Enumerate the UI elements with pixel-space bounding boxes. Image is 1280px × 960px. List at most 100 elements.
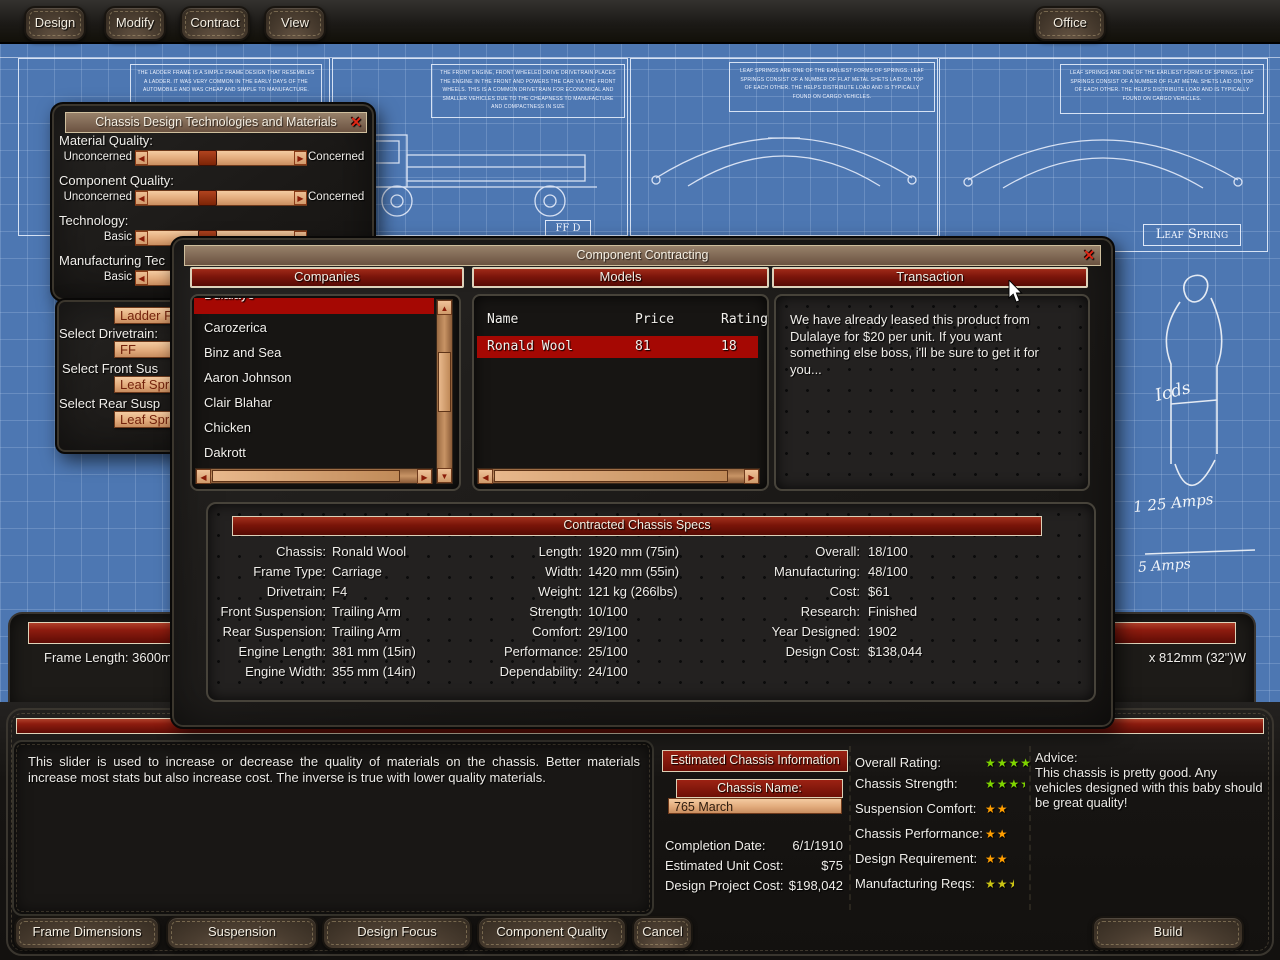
slider-handle-1[interactable]: [198, 190, 217, 206]
scroll-down-icon[interactable]: ▼: [437, 468, 452, 483]
blueprint-text-leaf2: Leaf Springs are one of the earliest for…: [1060, 64, 1264, 114]
estimated-field-label: Completion Date:: [665, 838, 765, 853]
slider-min-label-3: Basic: [60, 271, 132, 283]
model-name: Ronald Wool: [487, 339, 573, 354]
estimated-field-label: Estimated Unit Cost:: [665, 858, 784, 873]
spec-value: Finished: [868, 604, 917, 619]
spec-label: Design Cost:: [718, 644, 860, 659]
bottom-button-design-focus[interactable]: Design Focus: [322, 916, 472, 950]
rating-half-star: ★: [1009, 877, 1014, 891]
slider-label-0: Material Quality:: [59, 133, 153, 148]
scroll-up-icon[interactable]: ▲: [437, 300, 452, 315]
slider-label-1: Component Quality:: [59, 173, 174, 188]
spec-row-col3-1: Manufacturing:48/100: [208, 564, 1088, 580]
slider-left-icon[interactable]: ◀: [135, 191, 148, 205]
companies-vscroll-handle[interactable]: [438, 352, 451, 412]
tab-models[interactable]: Models: [472, 267, 769, 288]
scroll-left-icon[interactable]: ◀: [478, 469, 493, 484]
slider-left-icon[interactable]: ◀: [135, 231, 148, 245]
spec-label: Cost:: [718, 584, 860, 599]
rear-suspension-label: Select Rear Susp: [59, 396, 160, 411]
bottom-button-cancel[interactable]: Cancel: [632, 916, 693, 950]
contracting-close-icon[interactable]: ✕: [1083, 248, 1095, 262]
slider-track-0[interactable]: ◀▶: [135, 150, 307, 166]
spec-row-col2-6: Dependability:24/100: [208, 664, 1088, 680]
advice-block: Advice: This chassis is pretty good. Any…: [1035, 750, 1267, 810]
model-rating: 18: [721, 339, 737, 354]
company-row[interactable]: Binz and Sea: [204, 345, 281, 360]
slider-right-icon[interactable]: ▶: [294, 151, 307, 165]
specs-header: Contracted Chassis Specs: [232, 516, 1042, 536]
company-row[interactable]: Carozerica: [204, 320, 267, 335]
estimated-field-0: Completion Date:6/1/1910: [665, 838, 843, 854]
bottom-button-component-quality[interactable]: Component Quality: [477, 916, 627, 950]
spec-value: 18/100: [868, 544, 908, 559]
scroll-left-icon[interactable]: ◀: [196, 469, 211, 484]
tech-dialog-close-icon[interactable]: ✕: [350, 115, 362, 129]
menu-button-view[interactable]: View: [264, 6, 326, 41]
rating-row-5: Manufacturing Reqs:★★★: [855, 875, 1014, 893]
contracting-title: Component Contracting: [576, 248, 708, 262]
tab-transaction[interactable]: Transaction: [772, 267, 1088, 288]
model-row-selected[interactable]: Ronald Wool 81 18: [477, 336, 758, 358]
drivetrain-label: Select Drivetrain:: [59, 326, 158, 341]
slider-max-label-1: Concerned: [308, 191, 364, 203]
slider-left-icon[interactable]: ◀: [135, 271, 148, 285]
models-hscrollbar[interactable]: ◀ ▶: [477, 468, 760, 484]
slider-right-icon[interactable]: ▶: [294, 191, 307, 205]
slider-handle-0[interactable]: [198, 150, 217, 166]
rating-label: Chassis Performance:: [855, 826, 985, 841]
company-row[interactable]: Chicken: [204, 420, 251, 435]
rating-stars: ★★★★: [985, 756, 1032, 770]
menu-button-contract[interactable]: Contract: [180, 6, 250, 41]
rating-stars: ★★: [985, 827, 1009, 841]
front-suspension-label: Select Front Sus: [62, 361, 158, 376]
seam-divider-1: [849, 746, 851, 910]
rating-label: Overall Rating:: [855, 755, 985, 770]
rating-row-1: Chassis Strength:★★★★: [855, 775, 1025, 793]
scroll-right-icon[interactable]: ▶: [744, 469, 759, 484]
spec-value: $138,044: [868, 644, 922, 659]
spec-label: Dependability:: [466, 664, 582, 679]
build-button[interactable]: Build: [1092, 916, 1244, 950]
rating-stars: ★★: [985, 802, 1009, 816]
companies-vscrollbar[interactable]: ▲ ▼: [436, 299, 453, 484]
scroll-right-icon[interactable]: ▶: [417, 469, 432, 484]
estimated-info-header: Estimated Chassis Information: [662, 750, 848, 772]
slider-max-label-0: Concerned: [308, 151, 364, 163]
office-button[interactable]: Office: [1034, 6, 1106, 41]
slider-label-3: Manufacturing Tec: [59, 253, 165, 268]
company-row[interactable]: Aaron Johnson: [204, 370, 291, 385]
rating-label: Chassis Strength:: [855, 776, 985, 791]
slider-left-icon[interactable]: ◀: [135, 151, 148, 165]
company-row[interactable]: Dakrott: [204, 445, 246, 460]
spec-row-col3-4: Year Designed:1902: [208, 624, 1088, 640]
menu-button-modify[interactable]: Modify: [104, 6, 166, 41]
advice-text: This chassis is pretty good. Any vehicle…: [1035, 765, 1267, 810]
blueprint-text-ff: The Front Engine, Front Wheeled Drive dr…: [431, 64, 625, 118]
models-hscroll-handle[interactable]: [494, 470, 728, 482]
estimated-field-1: Estimated Unit Cost:$75: [665, 858, 843, 874]
leaf-spring-drawing-2: [958, 108, 1248, 228]
frame-length-text: Frame Length: 3600m: [44, 650, 172, 665]
specs-panel: Contracted Chassis Specs Chassis:Ronald …: [206, 502, 1096, 702]
spec-row-col3-5: Design Cost: $138,044: [208, 644, 1088, 660]
tab-companies[interactable]: Companies: [190, 267, 464, 288]
game-screen: The Ladder Frame is a simple frame desig…: [0, 0, 1280, 960]
chassis-name-input[interactable]: 765 March: [668, 798, 842, 814]
slider-track-1[interactable]: ◀▶: [135, 190, 307, 206]
companies-hscroll-handle[interactable]: [212, 470, 400, 482]
advice-title: Advice:: [1035, 750, 1267, 765]
transaction-panel: We have already leased this product from…: [774, 294, 1090, 491]
companies-hscrollbar[interactable]: ◀ ▶: [195, 468, 433, 484]
menu-button-design[interactable]: Design: [24, 6, 86, 41]
bottom-button-suspension[interactable]: Suspension: [166, 916, 318, 950]
company-row[interactable]: Clair Blahar: [204, 395, 272, 410]
rating-label: Design Requirement:: [855, 851, 985, 866]
model-price: 81: [635, 339, 651, 354]
company-row-selected[interactable]: Dulalaye: [194, 298, 434, 314]
spec-value: 1902: [868, 624, 897, 639]
spec-label: Manufacturing:: [718, 564, 860, 579]
frame-width-text: x 812mm (32")W: [1149, 650, 1246, 665]
bottom-button-frame-dimensions[interactable]: Frame Dimensions: [14, 916, 160, 950]
